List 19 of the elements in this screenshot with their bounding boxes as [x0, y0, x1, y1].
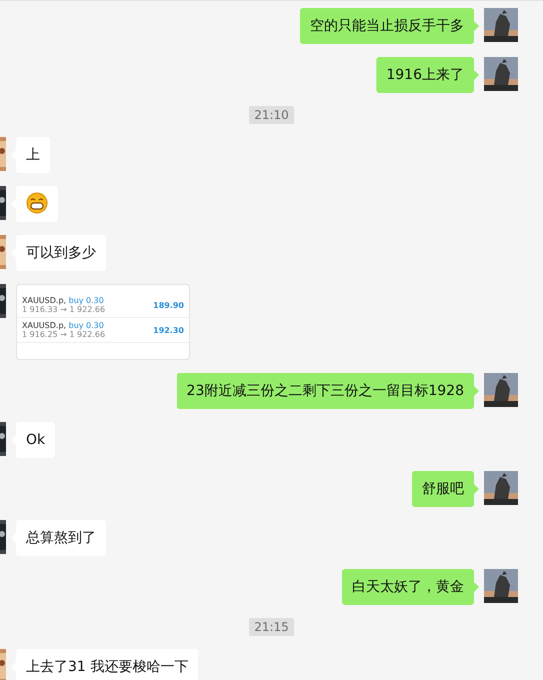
grinning-face-icon: [26, 192, 48, 214]
message-bubble: 白天太妖了，黄金: [342, 569, 479, 605]
message-bubble: 可以到多少: [11, 235, 106, 271]
message-bubble: 23附近减三份之二剩下三份之一留目标1928: [176, 373, 479, 409]
message-bubble: 上去了31 我还要梭哈一下: [11, 649, 198, 680]
trade-profit: 189.90: [153, 300, 184, 310]
message-bubble: 舒服吧: [412, 471, 479, 507]
trade-prices: 1 916.33 → 1 922.66: [22, 305, 106, 314]
trade-symbol: XAUUSD.p, buy 0.30: [22, 321, 105, 330]
trade-symbol: XAUUSD.p, buy 0.30: [22, 296, 105, 305]
timestamp: 21:10: [249, 106, 294, 124]
message-bubble: 1916上来了: [376, 57, 479, 93]
message-bubble: 上: [11, 137, 50, 173]
message-bubble: 空的只能当止损反手干多: [300, 8, 479, 44]
timestamp: 21:15: [249, 618, 294, 636]
trade-profit: 192.30: [153, 326, 184, 334]
trade-prices: 1 916.25 → 1 922.66: [22, 330, 106, 339]
message-bubble: Ok: [11, 422, 56, 458]
message-bubble: 总算熬到了: [11, 520, 106, 556]
